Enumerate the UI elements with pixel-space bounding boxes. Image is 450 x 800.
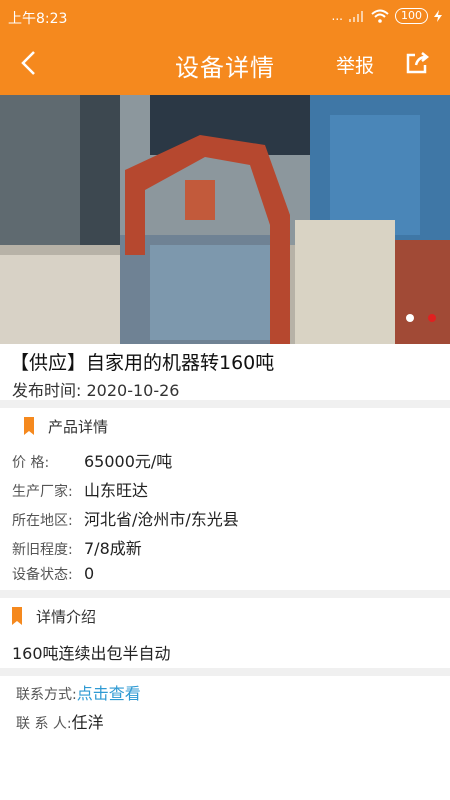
share-icon[interactable] — [404, 50, 430, 76]
divider — [0, 668, 450, 676]
detail-value: 山东旺达 — [84, 481, 149, 500]
detail-row-manufacturer: 生产厂家: 山东旺达 — [12, 477, 438, 505]
charging-icon — [434, 10, 442, 22]
detail-label: 设备状态: — [12, 567, 73, 583]
divider — [0, 400, 450, 408]
signal-dots: ... — [331, 9, 343, 23]
status-icons: ... 100 — [332, 8, 442, 24]
page-title: 设备详情 — [175, 54, 275, 82]
product-headline: 【供应】自家用的机器转160吨 发布时间: 2020-10-26 — [0, 344, 450, 400]
contact-person-name: 任洋 — [71, 713, 104, 732]
signal-icon — [349, 11, 363, 22]
app-header: 上午8:23 ... 100 设备详情 举报 — [0, 0, 450, 95]
bookmark-icon — [12, 607, 22, 625]
publish-date: 发布时间: 2020-10-26 — [12, 377, 179, 401]
bookmark-icon — [24, 417, 34, 435]
battery-icon: 100 — [395, 8, 428, 24]
contact-method-row: 联系方式:点击查看 — [16, 680, 438, 708]
contact-method-label: 联系方式: — [16, 687, 77, 703]
product-image-carousel[interactable] — [0, 95, 450, 344]
intro-text: 160吨连续出包半自动 — [12, 644, 171, 663]
intro-title: 详情介绍 — [36, 608, 97, 626]
divider — [0, 590, 450, 598]
status-bar: 上午8:23 ... 100 — [0, 0, 450, 32]
carousel-dot-2[interactable] — [428, 314, 436, 322]
publish-date-value: 2020-10-26 — [86, 381, 180, 400]
status-time: 上午8:23 — [8, 11, 68, 27]
detail-label: 价 格: — [12, 455, 50, 471]
detail-row-condition: 新旧程度: 7/8成新 — [12, 535, 438, 563]
nav-bar: 设备详情 举报 — [0, 32, 450, 95]
detail-value: 河北省/沧州市/东光县 — [84, 510, 239, 529]
product-details-title: 产品详情 — [48, 418, 109, 436]
detail-value: 0 — [84, 564, 95, 583]
report-button[interactable]: 举报 — [336, 51, 374, 78]
detail-row-status: 设备状态: 0 — [12, 564, 438, 592]
detail-label: 所在地区: — [12, 513, 73, 529]
view-contact-link[interactable]: 点击查看 — [77, 684, 141, 703]
carousel-dot-1[interactable] — [406, 314, 414, 322]
detail-value: 65000元/吨 — [84, 452, 173, 471]
detail-row-price: 价 格: 65000元/吨 — [12, 448, 438, 476]
publish-date-label: 发布时间: — [12, 381, 82, 400]
detail-label: 生产厂家: — [12, 484, 73, 500]
detail-label: 新旧程度: — [12, 542, 73, 558]
product-image — [0, 95, 450, 344]
wifi-icon — [371, 9, 389, 23]
contact-person-row: 联 系 人:任洋 — [16, 709, 438, 737]
detail-value: 7/8成新 — [84, 539, 142, 558]
product-details-header: 产品详情 — [0, 408, 450, 444]
detail-row-region: 所在地区: 河北省/沧州市/东光县 — [12, 506, 438, 534]
intro-header: 详情介绍 — [0, 598, 450, 634]
product-title: 【供应】自家用的机器转160吨 — [10, 352, 275, 374]
contact-person-label: 联 系 人: — [16, 716, 72, 732]
